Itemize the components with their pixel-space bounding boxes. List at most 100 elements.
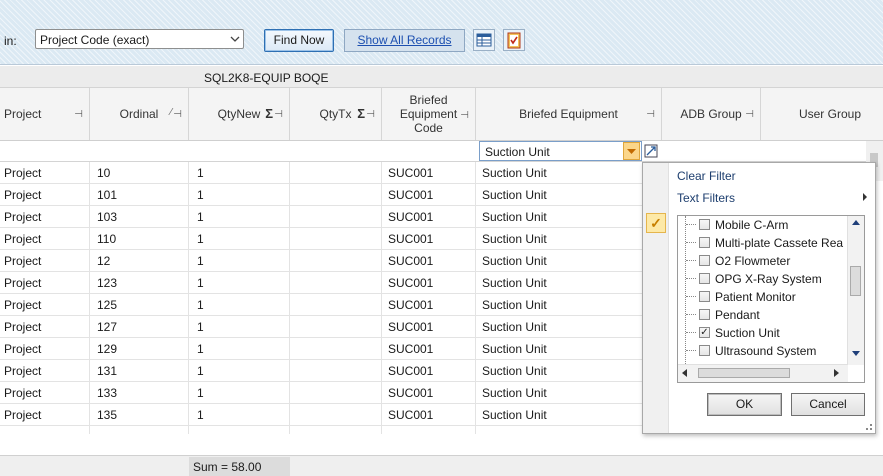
column-header-briefed-equipment-code[interactable]: Briefed Equipment Code ⊣: [382, 88, 476, 140]
cell-equipment-code: SUC001: [388, 386, 434, 400]
cell-equipment-code: SUC001: [388, 166, 434, 180]
cell-ordinal: 10: [97, 166, 111, 180]
checklist-button[interactable]: [503, 29, 525, 51]
cell-equipment-code: SUC001: [388, 254, 434, 268]
checkbox[interactable]: [699, 273, 710, 284]
cancel-button[interactable]: Cancel: [791, 393, 865, 416]
table-row[interactable]: Project 10 1 SUC001 Suction Unit: [0, 162, 643, 184]
filter-value-label: Suction Unit: [715, 326, 780, 340]
cell-qtynew: 1: [197, 254, 204, 268]
pin-icon[interactable]: ⊣: [745, 109, 754, 120]
cell-equipment-code: SUC001: [388, 188, 434, 202]
tree-connector: [686, 314, 696, 315]
cell-project: Project: [4, 232, 42, 246]
column-label-line: Equipment: [399, 107, 458, 121]
column-header-project[interactable]: Project ⊣: [0, 88, 90, 140]
table-row[interactable]: Project 125 1 SUC001 Suction Unit: [0, 294, 643, 316]
cell-qtynew: 1: [197, 298, 204, 312]
column-label: ADB Group: [680, 107, 742, 121]
table-row[interactable]: Project 131 1 SUC001 Suction Unit: [0, 360, 643, 382]
cell-equipment-code: SUC001: [388, 232, 434, 246]
filter-value-label: Multi-plate Cassete Rea: [715, 236, 844, 250]
filter-value-item[interactable]: Mobile C-Arm: [678, 216, 848, 234]
cell-briefed-equipment: Suction Unit: [482, 232, 547, 246]
table-row[interactable]: Project 123 1 SUC001 Suction Unit: [0, 272, 643, 294]
filter-value-item[interactable]: Patient Monitor: [678, 288, 848, 306]
filter-value: Suction Unit: [485, 145, 550, 159]
table-row[interactable]: Project 129 1 SUC001 Suction Unit: [0, 338, 643, 360]
column-header-qtynew[interactable]: QtyNew Σ ⊣: [189, 88, 290, 140]
filter-value-item[interactable]: Multi-plate Cassete Rea: [678, 234, 848, 252]
scroll-right-icon[interactable]: [834, 369, 839, 377]
scroll-left-icon[interactable]: [682, 369, 687, 377]
list-vertical-scrollbar[interactable]: [847, 216, 864, 365]
column-header-ordinal[interactable]: Ordinal ⁄ ⊣: [90, 88, 189, 140]
cell-project: Project: [4, 364, 42, 378]
column-divider: [89, 162, 90, 434]
resize-grip-icon[interactable]: [865, 423, 873, 431]
checkmark-icon: ✓: [646, 213, 666, 233]
filter-dropdown-button[interactable]: [623, 142, 640, 160]
find-now-button[interactable]: Find Now: [264, 29, 334, 52]
checkbox[interactable]: ✓: [699, 327, 710, 338]
scrollbar-thumb[interactable]: [698, 368, 790, 378]
checkbox[interactable]: [699, 345, 710, 356]
pin-icon[interactable]: ⊣: [74, 109, 83, 120]
tree-connector: [686, 278, 696, 279]
filter-value-item[interactable]: OPG X-Ray System: [678, 270, 848, 288]
clear-filter-menu-item[interactable]: Clear Filter: [677, 169, 736, 183]
pin-icon[interactable]: ⊣: [366, 109, 375, 120]
filter-value-item[interactable]: Pendant: [678, 306, 848, 324]
cell-qtynew: 1: [197, 166, 204, 180]
show-all-records-link[interactable]: Show All Records: [344, 29, 465, 52]
table-row[interactable]: Project 103 1 SUC001 Suction Unit: [0, 206, 643, 228]
table-row[interactable]: Project 110 1 SUC001 Suction Unit: [0, 228, 643, 250]
search-field-value: Project Code (exact): [40, 33, 150, 47]
search-field-dropdown[interactable]: Project Code (exact): [35, 29, 244, 49]
pin-icon[interactable]: ⊣: [460, 109, 469, 123]
clear-filter-button[interactable]: [643, 142, 659, 160]
column-label: Ordinal: [119, 107, 159, 121]
table-row[interactable]: Project 12 1 SUC001 Suction Unit: [0, 250, 643, 272]
column-header-user-group[interactable]: User Group: [761, 88, 883, 140]
column-header-briefed-equipment[interactable]: Briefed Equipment ⊣: [476, 88, 662, 140]
cell-project: Project: [4, 188, 42, 202]
scroll-down-icon[interactable]: [852, 351, 860, 356]
pin-icon[interactable]: ⊣: [646, 109, 655, 120]
checkbox[interactable]: [699, 219, 710, 230]
filter-value-label: OPG X-Ray System: [715, 272, 822, 286]
column-divider: [289, 162, 290, 434]
table-row[interactable]: Project 127 1 SUC001 Suction Unit: [0, 316, 643, 338]
checkbox[interactable]: [699, 309, 710, 320]
filter-value-item[interactable]: O2 Flowmeter: [678, 252, 848, 270]
checkbox[interactable]: [699, 255, 710, 266]
scroll-up-icon[interactable]: [852, 220, 860, 225]
cell-briefed-equipment: Suction Unit: [482, 298, 547, 312]
ok-button[interactable]: OK: [707, 393, 782, 416]
filter-value-item[interactable]: Ultrasound System: [678, 342, 848, 360]
checkbox[interactable]: [699, 237, 710, 248]
table-row[interactable]: Project 135 1 SUC001 Suction Unit: [0, 404, 643, 426]
pin-icon[interactable]: ⊣: [173, 109, 182, 120]
cell-project: Project: [4, 276, 42, 290]
table-row[interactable]: Project 133 1 SUC001 Suction Unit: [0, 382, 643, 404]
list-horizontal-scrollbar[interactable]: [678, 364, 848, 382]
column-header-qtytx[interactable]: QtyTx Σ ⊣: [290, 88, 382, 140]
column-label: Project: [4, 107, 42, 121]
filter-values-list[interactable]: Mobile C-Arm Multi-plate Cassete Rea O2 Fl…: [677, 215, 865, 383]
column-label: Briefed Equipment: [519, 107, 618, 121]
pin-icon[interactable]: ⊣: [274, 109, 283, 120]
text-filters-menu-item[interactable]: Text Filters: [677, 191, 735, 205]
grid-view-button[interactable]: [473, 29, 495, 51]
scrollbar-thumb[interactable]: [850, 266, 861, 296]
checkbox[interactable]: [699, 291, 710, 302]
column-label: QtyTx: [319, 107, 352, 121]
column-header-adb-group[interactable]: ADB Group ⊣: [662, 88, 761, 140]
cell-briefed-equipment: Suction Unit: [482, 188, 547, 202]
chevron-down-icon: [230, 36, 240, 42]
briefed-equipment-filter-input[interactable]: Suction Unit: [479, 141, 642, 161]
cell-qtynew: 1: [197, 342, 204, 356]
filter-value-item[interactable]: ✓ Suction Unit: [678, 324, 848, 342]
cell-qtynew: 1: [197, 210, 204, 224]
table-row[interactable]: Project 101 1 SUC001 Suction Unit: [0, 184, 643, 206]
